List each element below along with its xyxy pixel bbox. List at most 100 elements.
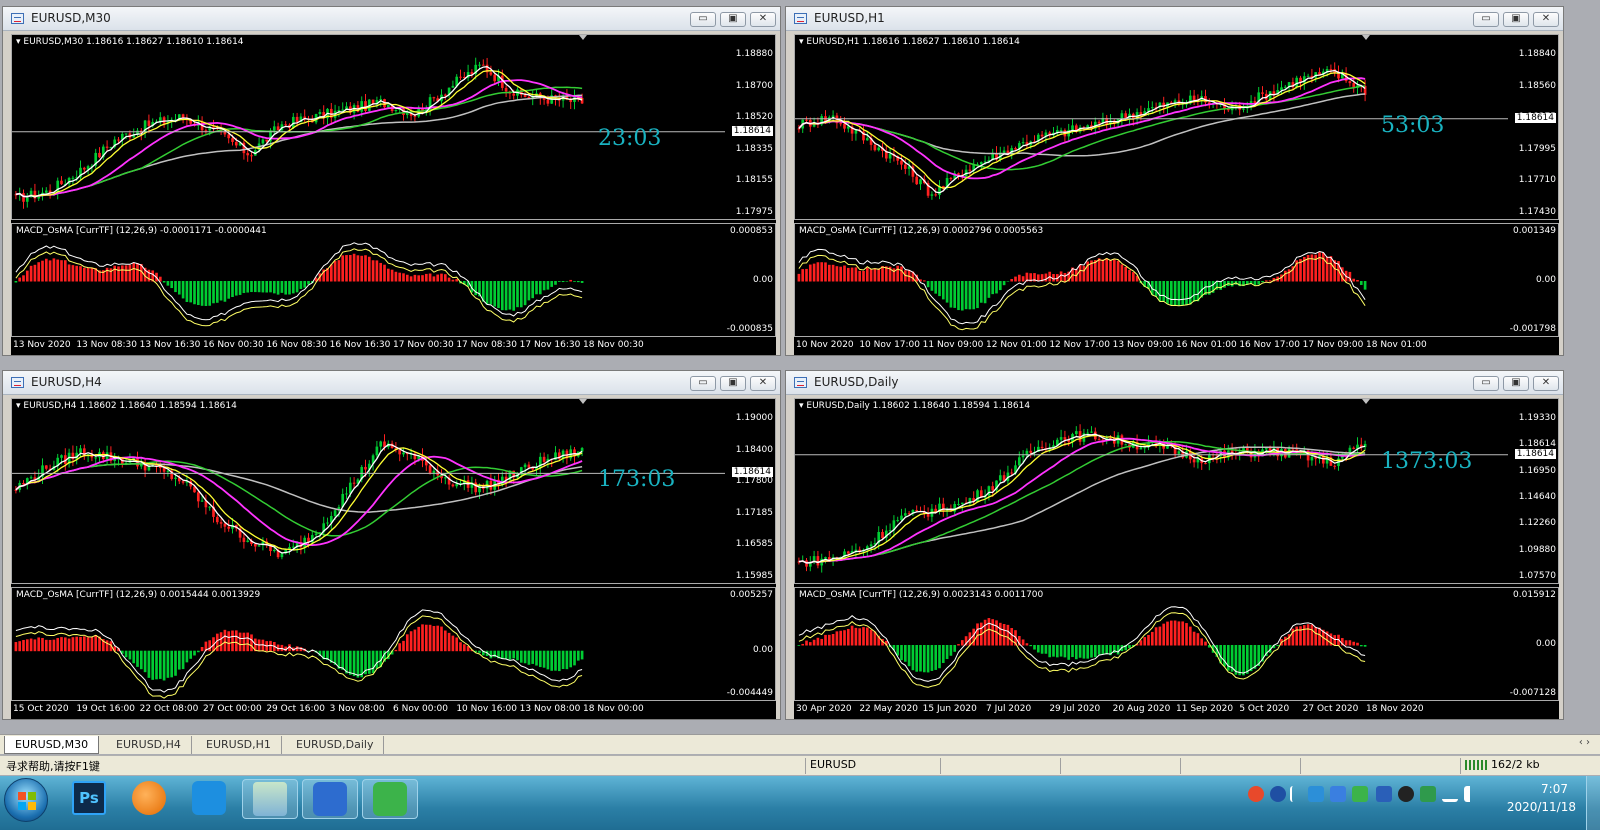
system-tray: 7:07 2020/11/18 <box>1230 776 1600 830</box>
candle-body <box>402 452 405 455</box>
candle-body <box>546 99 550 104</box>
osma-histogram-bar <box>348 650 352 675</box>
taskbar-app-blue[interactable] <box>182 779 238 819</box>
indicator-pane[interactable]: MACD_OsMA [CurrTF] (12,26,9) 0.0002796 0… <box>794 223 1559 337</box>
osma-histogram-bar <box>557 650 561 672</box>
osma-histogram-bar <box>44 258 48 282</box>
help-icon[interactable] <box>1270 786 1286 802</box>
osma-histogram-bar <box>193 281 196 305</box>
window-titlebar[interactable]: EURUSD,Daily ▭ ▣ ✕ <box>786 371 1563 395</box>
tab-eurusd-h1[interactable]: EURUSD,H1 <box>196 736 282 754</box>
maximize-button[interactable]: ▣ <box>1503 12 1529 27</box>
candle-body <box>1280 87 1283 91</box>
candle-body <box>877 147 881 151</box>
osma-histogram-bar <box>459 642 462 652</box>
volume-muted-icon[interactable] <box>1464 786 1480 802</box>
time-axis-label: 18 Nov 2020 <box>1366 704 1424 714</box>
window-titlebar[interactable]: EURUSD,H4 ▭ ▣ ✕ <box>3 371 780 395</box>
close-button[interactable]: ✕ <box>750 376 776 391</box>
show-desktop-button[interactable] <box>1586 776 1600 830</box>
osma-histogram-bar <box>512 281 516 311</box>
maximize-button[interactable]: ▣ <box>720 376 746 391</box>
osma-histogram-bar <box>573 281 576 282</box>
chart-window-eurusd-m30[interactable]: EURUSD,M30 ▭ ▣ ✕ ▾ EURUSD,M30 1.18616 1.… <box>2 6 781 356</box>
maximize-button[interactable]: ▣ <box>720 12 746 27</box>
network-check-icon[interactable] <box>1420 786 1436 802</box>
wechat-tray-icon[interactable] <box>1352 786 1368 802</box>
taskbar-wechat[interactable] <box>362 779 418 819</box>
osma-histogram-bar <box>1162 623 1166 646</box>
chart-area[interactable]: ▾ EURUSD,H4 1.18602 1.18640 1.18594 1.18… <box>11 398 776 719</box>
chart-area[interactable]: ▾ EURUSD,H1 1.18616 1.18627 1.18610 1.18… <box>794 34 1559 355</box>
price-axis-label: 1.18840 <box>1518 49 1556 59</box>
osma-histogram-bar <box>219 632 223 652</box>
price-pane[interactable]: ▾ EURUSD,H1 1.18616 1.18627 1.18610 1.18… <box>794 34 1559 220</box>
time-axis-label: 17 Nov 08:30 <box>456 340 518 350</box>
tab-eurusd-daily[interactable]: EURUSD,Daily <box>286 736 385 754</box>
tab-eurusd-h4[interactable]: EURUSD,H4 <box>106 736 192 754</box>
candle-body <box>915 176 919 185</box>
price-pane[interactable]: ▾ EURUSD,Daily 1.18602 1.18640 1.18594 1… <box>794 398 1559 584</box>
osma-histogram-bar <box>1185 623 1188 646</box>
indicator-axis-label: 0.00 <box>1535 275 1556 285</box>
osma-histogram-bar <box>546 650 550 670</box>
chart-window-eurusd-h4[interactable]: EURUSD,H4 ▭ ▣ ✕ ▾ EURUSD,H4 1.18602 1.18… <box>2 370 781 720</box>
osma-histogram-bar <box>219 281 223 301</box>
indicator-pane[interactable]: MACD_OsMA [CurrTF] (12,26,9) 0.0015444 0… <box>11 587 776 701</box>
price-pane[interactable]: ▾ EURUSD,M30 1.18616 1.18627 1.18610 1.1… <box>11 34 776 220</box>
osma-histogram-bar <box>504 281 508 311</box>
cube-icon[interactable] <box>1308 786 1324 802</box>
tab-eurusd-m30[interactable]: EURUSD,M30 <box>4 736 100 754</box>
window-titlebar[interactable]: EURUSD,H1 ▭ ▣ ✕ <box>786 7 1563 31</box>
sogou-input-icon[interactable] <box>1248 786 1264 802</box>
osma-histogram-bar <box>37 262 41 282</box>
tray-arrow-icon[interactable] <box>1290 786 1300 802</box>
macd-plot <box>14 242 584 327</box>
osma-histogram-bar <box>523 281 527 306</box>
price-pane[interactable]: ▾ EURUSD,H4 1.18602 1.18640 1.18594 1.18… <box>11 398 776 584</box>
candle-body <box>386 104 390 108</box>
status-divider <box>1060 758 1061 774</box>
close-button[interactable]: ✕ <box>1533 12 1559 27</box>
minimize-button[interactable]: ▭ <box>1473 12 1499 27</box>
taskbar-wps[interactable] <box>302 779 358 819</box>
indicator-pane[interactable]: MACD_OsMA [CurrTF] (12,26,9) 0.0023143 0… <box>794 587 1559 701</box>
qq-icon[interactable] <box>1398 786 1414 802</box>
candle-body <box>295 116 299 123</box>
osma-histogram-bar <box>402 273 405 282</box>
chart-area[interactable]: ▾ EURUSD,M30 1.18616 1.18627 1.18610 1.1… <box>11 34 776 355</box>
candle-body <box>265 139 269 142</box>
maximize-button[interactable]: ▣ <box>1503 376 1529 391</box>
price-axis-label: 1.14640 <box>1518 492 1556 502</box>
osma-histogram-bar <box>550 281 554 287</box>
clock-date[interactable]: 2020/11/18 <box>1507 800 1576 814</box>
window-titlebar[interactable]: EURUSD,M30 ▭ ▣ ✕ <box>3 7 780 31</box>
minimize-button[interactable]: ▭ <box>1473 376 1499 391</box>
clock-time[interactable]: 7:07 <box>1541 782 1568 796</box>
osma-histogram-bar <box>1097 645 1101 655</box>
ma-green-line <box>798 440 1366 564</box>
shield-icon[interactable] <box>1376 786 1392 802</box>
price-axis-label: 1.09880 <box>1518 544 1556 555</box>
osma-histogram-bar <box>1139 640 1143 646</box>
candle-body <box>504 87 508 92</box>
close-button[interactable]: ✕ <box>750 12 776 27</box>
start-button[interactable] <box>4 778 48 822</box>
osma-histogram-bar <box>284 281 288 295</box>
osma-histogram-bar <box>922 280 926 282</box>
osma-histogram-bar <box>52 639 56 652</box>
minimize-button[interactable]: ▭ <box>690 376 716 391</box>
minimize-button[interactable]: ▭ <box>690 12 716 27</box>
blue-tray-icon[interactable] <box>1330 786 1346 802</box>
chart-window-eurusd-h1[interactable]: EURUSD,H1 ▭ ▣ ✕ ▾ EURUSD,H1 1.18616 1.18… <box>785 6 1564 356</box>
signal-icon[interactable] <box>1442 786 1458 802</box>
tab-scroll-arrows[interactable]: ‹ › <box>1579 737 1590 748</box>
chart-window-eurusd-daily[interactable]: EURUSD,Daily ▭ ▣ ✕ ▾ EURUSD,Daily 1.1860… <box>785 370 1564 720</box>
taskbar-app-users[interactable] <box>242 779 298 819</box>
indicator-pane[interactable]: MACD_OsMA [CurrTF] (12,26,9) -0.0001171 … <box>11 223 776 337</box>
chart-area[interactable]: ▾ EURUSD,Daily 1.18602 1.18640 1.18594 1… <box>794 398 1559 719</box>
taskbar-photoshop[interactable]: Ps <box>62 779 118 819</box>
close-button[interactable]: ✕ <box>1533 376 1559 391</box>
osma-histogram-bar <box>805 268 808 282</box>
taskbar-app-orange[interactable] <box>122 779 178 819</box>
